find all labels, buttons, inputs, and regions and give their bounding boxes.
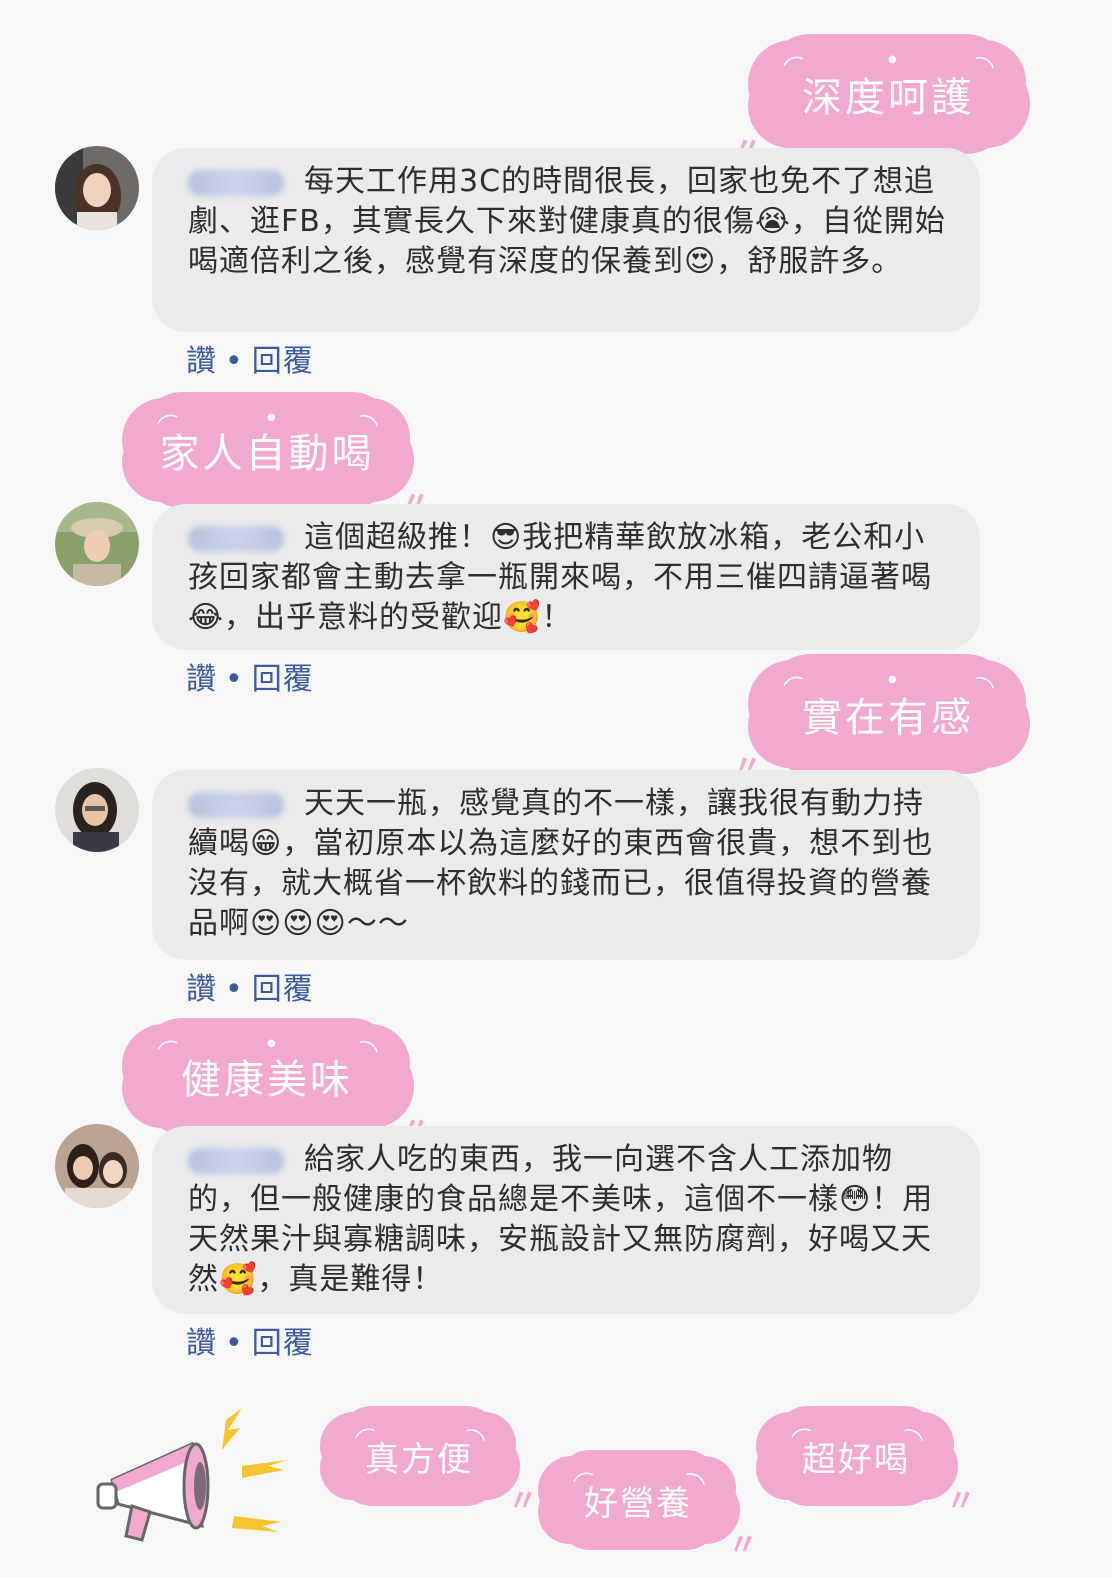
comment-bubble: 給家人吃的東西，我一向選不含人工添加物的，但一般健康的食品總是不美味，這個不一樣… [152, 1126, 980, 1314]
tag-label: 實在有感 [802, 695, 974, 741]
comment-actions: 讚 • 回覆 [186, 654, 314, 698]
tag-cloud-convenient: ⌒ ⌒ 真方便 [334, 1418, 504, 1494]
comment-bubble: 天天一瓶，感覺真的不一樣，讓我很有動力持續喝😁，當初原本以為這麼好的東西會很貴，… [152, 770, 980, 960]
tag-cloud-delicious: ⌒ ⌒ 超好喝 [770, 1418, 942, 1494]
avatar[interactable] [55, 146, 139, 230]
cloud-tail: 〃 [728, 1529, 758, 1562]
like-link[interactable]: 讚 [186, 662, 217, 697]
comment-bubble: 這個超級推！😎我把精華飲放冰箱，老公和小孩回家都會主動去拿一瓶開來喝，不用三催四… [152, 504, 980, 650]
comment-bubble: 每天工作用3C的時間很長，回家也免不了想追劇、逛FB，其實長久下來對健康真的很傷… [152, 148, 980, 332]
comment-text: 每天工作用3C的時間很長，回家也免不了想追劇、逛FB，其實長久下來對健康真的很傷… [188, 164, 946, 279]
like-link[interactable]: 讚 [186, 344, 217, 379]
tag-cloud-effective: ⌒ ● ⌒ 實在有感 [762, 666, 1014, 762]
reply-link[interactable]: 回覆 [252, 344, 314, 379]
tag-label: 好營養 [584, 1483, 692, 1524]
reply-link[interactable]: 回覆 [252, 662, 314, 697]
avatar[interactable] [55, 1124, 139, 1208]
cloud-accent: ⌒ [349, 1037, 384, 1072]
action-separator: • [225, 1326, 244, 1361]
comment-actions: 讚 • 回覆 [186, 1318, 314, 1362]
commenter-name[interactable] [188, 791, 284, 818]
tag-cloud-deep-care: ⌒ ● ⌒ 深度呵護 [762, 46, 1014, 142]
cloud-dot: ● [888, 54, 900, 65]
megaphone-icon [92, 1400, 302, 1550]
action-separator: • [225, 662, 244, 697]
commenter-name[interactable] [188, 525, 284, 552]
action-separator: • [225, 972, 244, 1007]
avatar[interactable] [55, 502, 139, 586]
tag-label: 超好喝 [802, 1439, 910, 1480]
tag-label: 家人自動喝 [159, 431, 375, 477]
commenter-name[interactable] [188, 169, 284, 196]
tag-label: 深度呵護 [802, 75, 974, 121]
tag-cloud-healthy-tasty: ⌒ ● ⌒ 健康美味 [136, 1030, 398, 1122]
reply-link[interactable]: 回覆 [252, 972, 314, 1007]
action-separator: • [225, 344, 244, 379]
like-link[interactable]: 讚 [186, 972, 217, 1007]
comment-text: 這個超級推！😎我把精華飲放冰箱，老公和小孩回家都會主動去拿一瓶開來喝，不用三催四… [188, 520, 932, 635]
comment-actions: 讚 • 回覆 [186, 964, 314, 1008]
comment-actions: 讚 • 回覆 [186, 336, 314, 380]
tag-cloud-family: ⌒ ● ⌒ 家人自動喝 [136, 404, 398, 496]
avatar[interactable] [55, 768, 139, 852]
cloud-tail: 〃 [946, 1485, 976, 1518]
like-link[interactable]: 讚 [186, 1326, 217, 1361]
tag-cloud-nutritious: ⌒ ⌒ 好營養 [552, 1462, 724, 1538]
comment-text: 天天一瓶，感覺真的不一樣，讓我很有動力持續喝😁，當初原本以為這麼好的東西會很貴，… [188, 786, 934, 941]
cloud-dot: ● [888, 674, 900, 685]
comment-text: 給家人吃的東西，我一向選不含人工添加物的，但一般健康的食品總是不美味，這個不一樣… [188, 1142, 934, 1297]
cloud-tail: 〃 [508, 1485, 538, 1518]
reply-link[interactable]: 回覆 [252, 1326, 314, 1361]
commenter-name[interactable] [188, 1147, 284, 1174]
cloud-dot: ● [267, 412, 279, 423]
cloud-dot: ● [267, 1038, 279, 1049]
tag-label: 健康美味 [181, 1057, 353, 1103]
